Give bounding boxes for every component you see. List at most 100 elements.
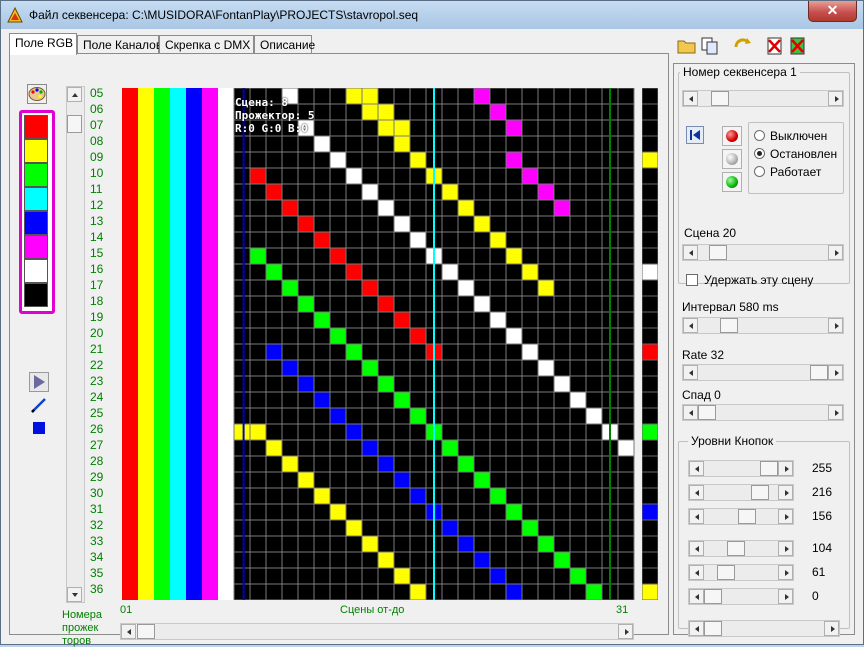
slider-thumb[interactable] [711, 91, 729, 106]
grid-cell[interactable] [298, 472, 314, 488]
grid-cell[interactable] [378, 552, 394, 568]
grid-cell[interactable] [490, 568, 506, 584]
state-stopped-led[interactable] [722, 149, 742, 169]
state-off-led[interactable] [722, 126, 742, 146]
slider-left-button[interactable] [683, 318, 698, 333]
hold-scene-checkbox[interactable] [686, 274, 698, 286]
slider-right-button[interactable] [828, 91, 843, 106]
grid-cell[interactable] [362, 184, 378, 200]
slider-left-button[interactable] [689, 621, 704, 636]
button-level-slider[interactable] [688, 564, 794, 581]
color-column[interactable] [218, 88, 234, 600]
grid-cell[interactable] [378, 456, 394, 472]
button-level-slider[interactable] [688, 508, 794, 525]
grid-cell[interactable] [282, 200, 298, 216]
slider-left-button[interactable] [689, 541, 704, 556]
grid-cell[interactable] [362, 104, 378, 120]
grid-cell[interactable] [538, 536, 554, 552]
button-level-slider[interactable] [688, 620, 840, 637]
grid-cell[interactable] [522, 344, 538, 360]
grid-cell[interactable] [298, 376, 314, 392]
grid-cell[interactable] [362, 360, 378, 376]
slider-right-button[interactable] [778, 485, 793, 500]
button-level-slider[interactable] [688, 540, 794, 557]
grid-cell[interactable] [346, 88, 362, 104]
button-level-slider[interactable] [688, 588, 794, 605]
grid-cell[interactable] [298, 296, 314, 312]
scroll-down-button[interactable] [67, 587, 82, 602]
grid-cell[interactable] [298, 216, 314, 232]
grid-cell[interactable] [394, 120, 410, 136]
grid-cell[interactable] [506, 120, 522, 136]
grid-cell[interactable] [362, 280, 378, 296]
grid-cell[interactable] [522, 264, 538, 280]
grid-cell[interactable] [458, 200, 474, 216]
slider-right-button[interactable] [824, 621, 839, 636]
grid-cell[interactable] [474, 88, 490, 104]
grid-cell[interactable] [586, 584, 602, 600]
sequencer-number-slider[interactable] [682, 90, 844, 107]
grid-cell[interactable] [458, 456, 474, 472]
slider-thumb[interactable] [810, 365, 828, 380]
grid-cell[interactable] [378, 120, 394, 136]
scroll-thumb[interactable] [137, 624, 155, 639]
slider-right-button[interactable] [778, 509, 793, 524]
grid-cell[interactable] [570, 392, 586, 408]
grid-cell[interactable] [362, 536, 378, 552]
slider-thumb[interactable] [698, 405, 716, 420]
grid-cell[interactable] [250, 248, 266, 264]
grid-cell[interactable] [490, 488, 506, 504]
slider-right-button[interactable] [778, 461, 793, 476]
slider-left-button[interactable] [683, 245, 698, 260]
copy-icon[interactable] [699, 35, 721, 57]
grid-cell[interactable] [538, 184, 554, 200]
color-column[interactable] [154, 88, 170, 600]
palette-swatch[interactable] [24, 211, 48, 235]
slider-left-button[interactable] [689, 589, 704, 604]
palette-swatch[interactable] [24, 283, 48, 307]
palette-swatch[interactable] [24, 235, 48, 259]
color-column[interactable] [138, 88, 154, 600]
scroll-right-button[interactable] [618, 624, 633, 639]
color-column[interactable] [122, 88, 138, 600]
grid-cell[interactable] [506, 504, 522, 520]
grid-cell[interactable] [346, 520, 362, 536]
palette-swatch[interactable] [24, 187, 48, 211]
state-running-led[interactable] [722, 172, 742, 192]
scene-scrollbar[interactable] [120, 623, 634, 640]
grid-cell[interactable] [394, 312, 410, 328]
scene-slider[interactable] [682, 244, 844, 261]
grid-cell[interactable] [378, 104, 394, 120]
grid-cell[interactable] [266, 264, 282, 280]
scroll-up-button[interactable] [67, 87, 82, 102]
grid-cell[interactable] [234, 424, 250, 440]
tab-2[interactable]: Поле Каналов [77, 35, 162, 54]
state-radio[interactable] [754, 148, 765, 159]
pencil-icon[interactable] [29, 395, 49, 415]
grid-cell[interactable] [394, 136, 410, 152]
palette-swatch[interactable] [24, 139, 48, 163]
grid-cell[interactable] [394, 392, 410, 408]
grid-cell[interactable] [378, 296, 394, 312]
grid-cell[interactable] [314, 136, 330, 152]
first-scene-button[interactable] [686, 126, 704, 144]
grid-cell[interactable] [506, 584, 522, 600]
grid-cell[interactable] [570, 568, 586, 584]
button-level-slider[interactable] [688, 484, 794, 501]
decay-slider[interactable] [682, 404, 844, 421]
grid-cell[interactable] [474, 296, 490, 312]
grid-cell[interactable] [442, 520, 458, 536]
slider-thumb[interactable] [751, 485, 769, 500]
scroll-left-button[interactable] [121, 624, 136, 639]
scroll-thumb[interactable] [67, 115, 82, 133]
grid-cell[interactable] [250, 424, 266, 440]
grid-cell[interactable] [362, 440, 378, 456]
slider-left-button[interactable] [689, 461, 704, 476]
projector-scrollbar[interactable] [66, 86, 85, 603]
grid-cell[interactable] [330, 328, 346, 344]
grid-cell[interactable] [586, 408, 602, 424]
play-cursor-icon[interactable] [29, 372, 49, 392]
grid-cell[interactable] [474, 216, 490, 232]
interval-slider[interactable] [682, 317, 844, 334]
grid-cell[interactable] [266, 344, 282, 360]
